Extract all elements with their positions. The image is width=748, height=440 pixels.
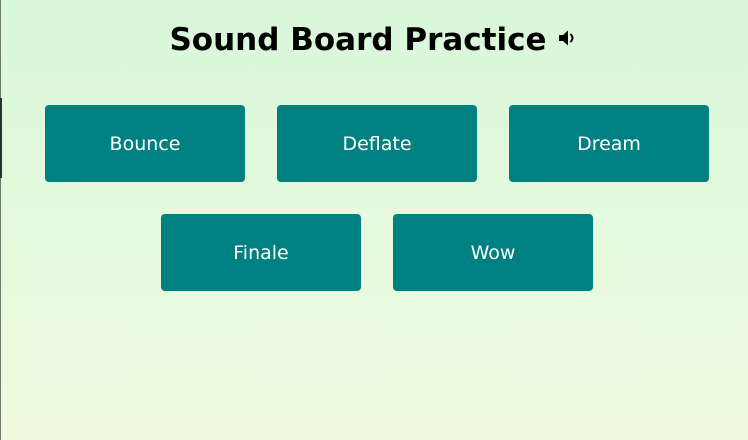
title-row: Sound Board Practice [0, 22, 748, 58]
deflate-button[interactable]: Deflate [277, 105, 477, 182]
left-edge-marker [0, 98, 2, 178]
speaker-icon [557, 27, 579, 49]
left-edge-border [0, 0, 1, 440]
finale-button[interactable]: Finale [161, 214, 361, 291]
bounce-button[interactable]: Bounce [45, 105, 245, 182]
page-title: Sound Board Practice [169, 22, 547, 58]
wow-button[interactable]: Wow [393, 214, 593, 291]
dream-button[interactable]: Dream [509, 105, 709, 182]
